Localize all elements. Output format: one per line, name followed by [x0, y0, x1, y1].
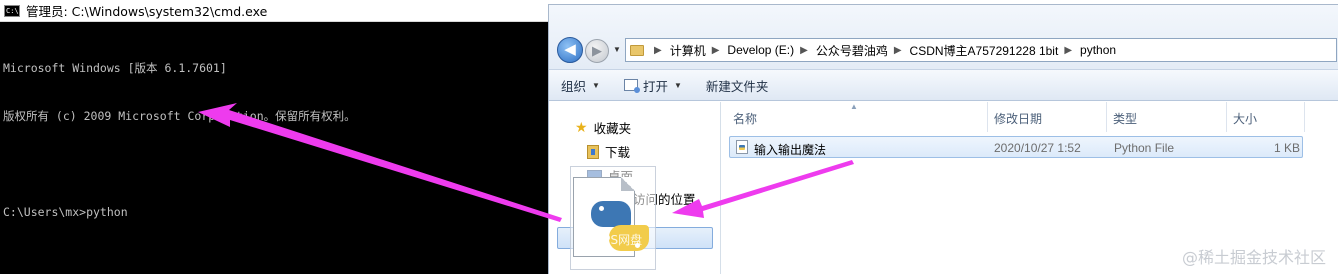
annotation-arrow-to-ghost: [672, 160, 854, 218]
annotation-arrow-to-cmd: [198, 103, 562, 222]
watermark: @稀土掘金技术社区: [1181, 248, 1326, 267]
annotation-arrows: [198, 103, 854, 222]
